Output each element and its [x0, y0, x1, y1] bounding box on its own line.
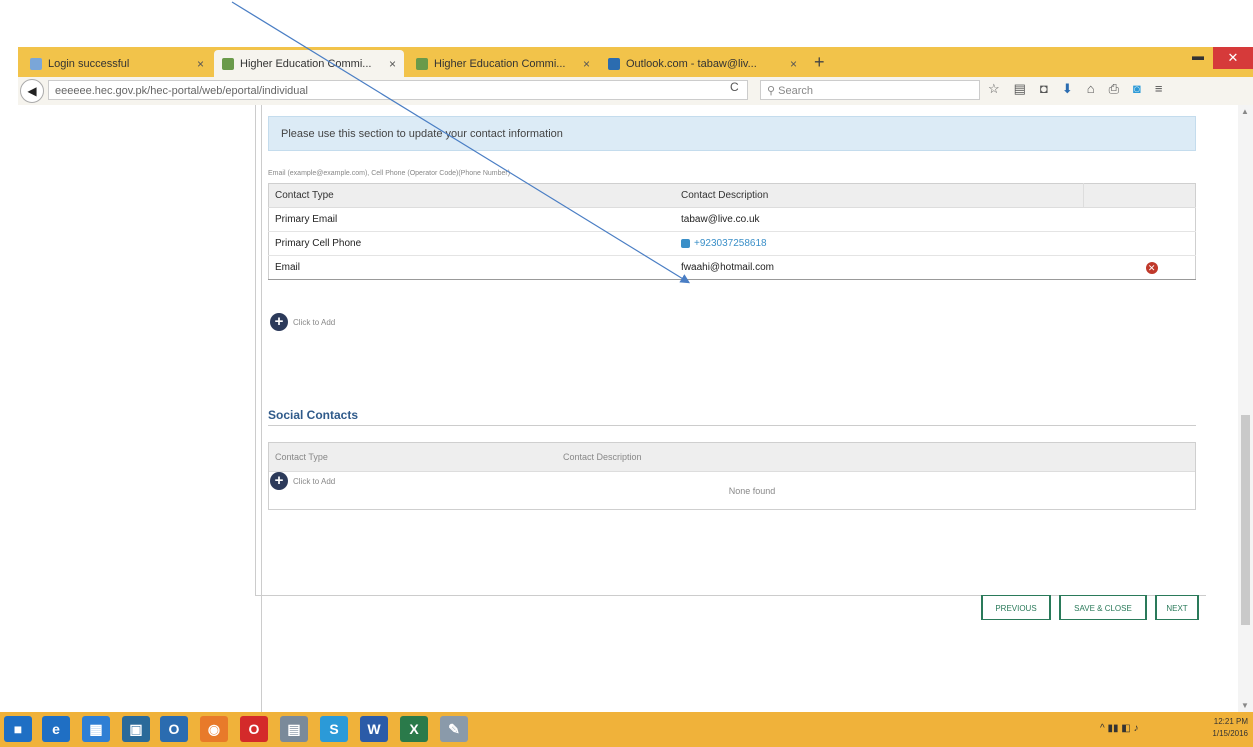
add-icon[interactable]: +	[270, 472, 288, 490]
actions-cell: ✕	[1083, 255, 1196, 280]
scroll-up-icon[interactable]: ▲	[1241, 107, 1249, 116]
close-tab-icon[interactable]: ×	[583, 57, 590, 71]
word-icon[interactable]: W	[360, 716, 388, 742]
tab-hec[interactable]: Higher Education Commi... ×	[408, 50, 598, 77]
scroll-down-icon[interactable]: ▼	[1241, 701, 1249, 710]
paint-icon[interactable]: ✎	[440, 716, 468, 742]
hec-favicon-icon	[416, 57, 428, 70]
excel-icon[interactable]: X	[400, 716, 428, 742]
nav-bar: ◀ eeeeee.hec.gov.pk/hec-portal/web/eport…	[18, 77, 1253, 106]
contact-description-cell: tabaw@live.co.uk	[675, 207, 1084, 232]
store-icon[interactable]: ▣	[122, 716, 150, 742]
calculator-icon[interactable]: ▤	[280, 716, 308, 742]
info-banner: Please use this section to update your c…	[268, 116, 1196, 151]
actions-cell	[1083, 231, 1196, 256]
share-icon[interactable]: ⎙	[1109, 81, 1119, 97]
social-contacts-title: Social Contacts	[268, 408, 359, 422]
delete-icon[interactable]: ✕	[1145, 261, 1158, 274]
close-tab-icon[interactable]: ×	[790, 57, 797, 71]
clock-time: 12:21 PM	[1213, 717, 1248, 726]
contacts-table: Contact Type Contact Description Primary…	[268, 183, 1196, 280]
add-contact-label[interactable]: Click to Add	[293, 318, 335, 327]
skype-icon[interactable]: S	[320, 716, 348, 742]
header-contact-type[interactable]: Contact Type	[268, 183, 676, 208]
window-close-button[interactable]: ✕	[1213, 47, 1253, 69]
header-contact-description[interactable]: Contact Description	[563, 452, 642, 462]
add-icon[interactable]: +	[270, 313, 288, 331]
tab-outlook[interactable]: Outlook.com - tabaw@liv... ×	[600, 50, 805, 77]
header-contact-type[interactable]: Contact Type	[275, 452, 328, 462]
reload-icon[interactable]: C	[730, 80, 739, 94]
outlook-icon	[608, 57, 620, 70]
add-contact-row[interactable]: + Click to Add	[270, 313, 335, 331]
search-input[interactable]: ⚲ Search	[760, 80, 980, 100]
header-actions	[1083, 183, 1196, 208]
actions-cell	[1083, 207, 1196, 232]
outlook-icon[interactable]: O	[160, 716, 188, 742]
contact-type-cell: Primary Cell Phone	[268, 231, 676, 256]
tab-title: Login successful	[48, 57, 130, 70]
table-row-selected[interactable]: Email fwaahi@hotmail.com ✕	[268, 255, 1196, 280]
table-header-row: Contact Type Contact Description	[268, 183, 1196, 208]
search-placeholder: Search	[778, 85, 813, 97]
close-tab-icon[interactable]: ×	[389, 57, 396, 71]
clock-date: 1/15/2016	[1212, 729, 1248, 738]
contact-type-cell: Email	[268, 255, 676, 280]
header-contact-description[interactable]: Contact Description	[675, 183, 1084, 208]
url-bar[interactable]: eeeeee.hec.gov.pk/hec-portal/web/eportal…	[48, 80, 748, 100]
opera-icon[interactable]: O	[240, 716, 268, 742]
firefox-icon[interactable]: ◉	[200, 716, 228, 742]
download-icon[interactable]: ⬇	[1062, 81, 1073, 97]
back-button[interactable]: ◀	[20, 79, 44, 103]
explorer-icon[interactable]: ▦	[82, 716, 110, 742]
previous-button[interactable]: PREVIOUS	[981, 595, 1051, 620]
contact-description-cell: +923037258618	[675, 231, 1084, 256]
table-header-row: Contact Type Contact Description	[269, 443, 1195, 472]
search-icon: ⚲	[767, 85, 779, 97]
bookmark-star-icon[interactable]: ☆	[988, 81, 1000, 97]
add-social-label[interactable]: Click to Add	[293, 477, 335, 486]
new-tab-button[interactable]: +	[814, 52, 825, 73]
ie-icon[interactable]: e	[42, 716, 70, 742]
tab-login[interactable]: Login successful ×	[22, 50, 212, 77]
minimize-button[interactable]: ▬	[1188, 49, 1208, 67]
save-close-button[interactable]: SAVE & CLOSE	[1059, 595, 1147, 620]
system-tray[interactable]: ^ ▮▮ ◧ ♪	[1100, 723, 1138, 734]
form-panel	[255, 105, 1206, 596]
tab-hec-active[interactable]: Higher Education Commi... ×	[214, 50, 404, 77]
table-row[interactable]: Primary Email tabaw@live.co.uk	[268, 207, 1196, 232]
form-area: Please use this section to update your c…	[0, 105, 1238, 712]
tab-title: Higher Education Commi...	[434, 57, 566, 70]
section-divider	[268, 425, 1196, 426]
skype-call-icon[interactable]	[681, 238, 691, 248]
pocket-icon[interactable]: ◘	[1040, 81, 1048, 97]
url-text: eeeeee.hec.gov.pk/hec-portal/web/eportal…	[55, 85, 308, 97]
scroll-thumb[interactable]	[1241, 415, 1250, 625]
scrollbar[interactable]: ▲ ▼	[1238, 105, 1253, 712]
clock[interactable]: 12:21 PM 1/15/2016	[1200, 716, 1248, 740]
tab-title: Higher Education Commi...	[240, 57, 372, 70]
taskbar: ■ e ▦ ▣ O ◉ O ▤ S W X ✎ ^ ▮▮ ◧ ♪ 12:21 P…	[0, 712, 1253, 747]
format-hint: Email (example@example.com), Cell Phone …	[268, 170, 511, 177]
bookmarks-icon[interactable]: ▤	[1014, 81, 1026, 97]
empty-message: None found	[728, 486, 776, 496]
contact-type-cell: Primary Email	[268, 207, 676, 232]
tab-bar: Login successful × Higher Education Comm…	[18, 47, 1253, 77]
next-button[interactable]: NEXT	[1155, 595, 1199, 620]
toolbar-icons: ☆ ▤ ◘ ⬇ ⌂ ⎙ ◙ ≡	[988, 81, 1162, 97]
phone-link[interactable]: +923037258618	[694, 238, 767, 249]
close-tab-icon[interactable]: ×	[197, 57, 204, 71]
hec-favicon-icon	[222, 57, 234, 70]
globe-icon	[30, 57, 42, 70]
add-social-row[interactable]: + Click to Add	[270, 472, 335, 490]
table-row[interactable]: Primary Cell Phone +923037258618	[268, 231, 1196, 256]
social-contacts-table: Contact Type Contact Description None fo…	[268, 442, 1196, 510]
menu-icon[interactable]: ≡	[1155, 81, 1163, 97]
skype-icon[interactable]: ◙	[1133, 81, 1141, 97]
start-icon[interactable]: ■	[4, 716, 32, 742]
contact-description-cell: fwaahi@hotmail.com	[675, 255, 1084, 280]
tab-title: Outlook.com - tabaw@liv...	[626, 57, 757, 70]
home-icon[interactable]: ⌂	[1087, 81, 1095, 97]
